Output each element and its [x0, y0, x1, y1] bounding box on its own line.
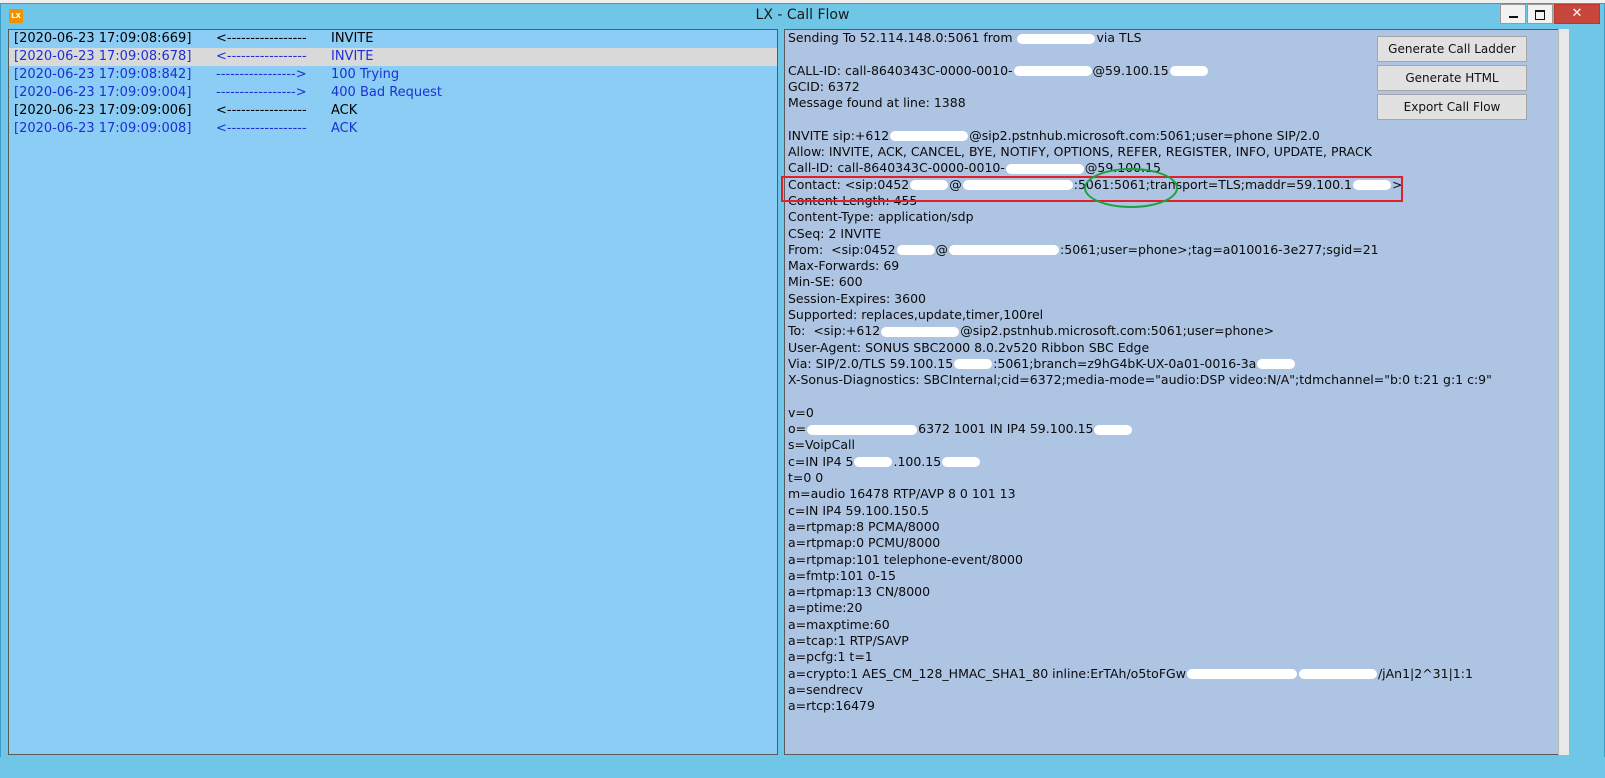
flow-timestamp: [2020-06-23 17:09:08:669] [14, 31, 192, 46]
sdp-maxptime-line: a=maxptime:60 [788, 616, 890, 632]
sdp-c2-line: c=IN IP4 59.100.150.5 [788, 502, 930, 518]
redacted-mark [896, 245, 935, 256]
flow-message: ACK [331, 121, 358, 136]
sdp-rtpmap13-line: a=rtpmap:13 CN/8000 [788, 584, 931, 600]
sdp-o-line: o= 6372 1001 IN IP4 59.100.15 [785, 421, 1559, 437]
redacted-mark [1169, 66, 1208, 77]
redacted-mark [1017, 33, 1096, 44]
flow-direction-arrow: -----------------> [216, 85, 307, 100]
sdp-ptime-line: a=ptime:20 [788, 600, 863, 616]
flow-timestamp: [2020-06-23 17:09:08:842] [14, 67, 192, 82]
flow-timestamp: [2020-06-23 17:09:09:004] [14, 85, 192, 100]
flow-message: 400 Bad Request [331, 85, 443, 100]
redacted-mark [854, 457, 893, 468]
redacted-mark [1005, 163, 1084, 174]
window-title: LX - Call Flow [755, 7, 850, 23]
allow-line: Allow: INVITE, ACK, CANCEL, BYE, NOTIFY,… [788, 144, 1372, 160]
redacted-mark [954, 359, 993, 370]
call-flow-list[interactable]: [2020-06-23 17:09:08:669] <--------------… [8, 29, 778, 755]
flow-direction-arrow: -----------------> [216, 67, 307, 82]
minimize-icon [1508, 15, 1518, 18]
redacted-mark [962, 180, 1073, 191]
redacted-mark [1094, 424, 1133, 435]
session-expires-line: Session-Expires: 3600 [788, 290, 926, 306]
flow-direction-arrow: <----------------- [216, 49, 307, 64]
maximize-icon [1535, 9, 1545, 20]
sdp-rtpmap101-line: a=rtpmap:101 telephone-event/8000 [788, 551, 1023, 567]
sdp-rtpmap8-line: a=rtpmap:8 PCMA/8000 [788, 518, 940, 534]
flow-timestamp: [2020-06-23 17:09:09:006] [14, 103, 192, 118]
flow-direction-arrow: <----------------- [216, 121, 307, 136]
flow-message: ACK [331, 103, 358, 118]
call-id-header-line: Call-ID: call-8640343C-0000-0010- @59.100… [788, 160, 1162, 176]
invite-line: INVITE sip:+612 @sip2.pstnhub.microsoft.c… [788, 127, 1320, 143]
redacted-mark [1298, 669, 1377, 680]
sdp-v-line: v=0 [788, 404, 814, 420]
generate-html-button[interactable]: Generate HTML [1377, 65, 1527, 91]
title-bar[interactable]: LX LX - Call Flow ✕ [1, 4, 1604, 29]
redacted-mark [949, 245, 1060, 256]
close-icon: ✕ [1571, 6, 1583, 21]
sip-message-detail[interactable]: Sending To 52.114.148.0:5061 from via TL… [784, 29, 1560, 755]
min-se-line: Min-SE: 600 [788, 274, 863, 290]
generate-call-ladder-button[interactable]: Generate Call Ladder [1377, 36, 1527, 62]
sdp-crypto-line: a=crypto:1 AES_CM_128_HMAC_SHA1_80 inlin… [788, 665, 1473, 681]
flow-row[interactable]: [2020-06-23 17:09:08:678] <--------------… [9, 48, 777, 66]
sdp-s-line: s=VoipCall [788, 437, 855, 453]
sdp-rtcp-line: a=rtcp:16479 [788, 698, 875, 714]
redacted-mark [1257, 359, 1296, 370]
redacted-mark [1013, 66, 1092, 77]
sdp-t-line: t=0 0 [788, 470, 824, 486]
cseq-line: CSeq: 2 INVITE [788, 225, 882, 241]
flow-row[interactable]: [2020-06-23 17:09:08:842] ---------------… [9, 66, 777, 84]
sdp-fmtp-line: a=fmtp:101 0-15 [788, 567, 896, 583]
sdp-m-line: m=audio 16478 RTP/AVP 8 0 101 13 [788, 486, 1016, 502]
sdp-sendrecv-line: a=sendrecv [788, 681, 864, 697]
supported-line: Supported: replaces,update,timer,100rel [788, 307, 1044, 323]
maximize-button[interactable] [1527, 4, 1553, 24]
flow-direction-arrow: <----------------- [216, 103, 307, 118]
flow-timestamp: [2020-06-23 17:09:09:008] [14, 121, 192, 136]
flow-row[interactable]: [2020-06-23 17:09:08:669] <--------------… [9, 30, 777, 48]
content-length-line: Content-Length: 455 [788, 192, 918, 208]
from-line: From: <sip:0452 @:5061;user=phone>;tag=a0… [788, 241, 1379, 257]
to-line: To: <sip:+612 @sip2.pstnhub.microsoft.com… [788, 323, 1275, 339]
flow-row[interactable]: [2020-06-23 17:09:09:006] <--------------… [9, 102, 777, 120]
close-button[interactable]: ✕ [1554, 4, 1600, 24]
flow-row[interactable]: [2020-06-23 17:09:09:008] <--------------… [9, 120, 777, 138]
redacted-mark [890, 131, 969, 142]
minimize-button[interactable] [1500, 4, 1526, 24]
flow-message: INVITE [331, 49, 374, 64]
redacted-mark [1352, 180, 1391, 191]
detail-scrollbar[interactable] [1558, 29, 1569, 755]
max-forwards-line: Max-Forwards: 69 [788, 258, 900, 274]
redacted-mark [910, 180, 949, 191]
export-call-flow-button[interactable]: Export Call Flow [1377, 94, 1527, 120]
sdp-rtpmap0-line: a=rtpmap:0 PCMU/8000 [788, 535, 941, 551]
sdp-c1-line: c=IN IP4 5.100.15 [785, 454, 1559, 470]
user-agent-line: User-Agent: SONUS SBC2000 8.0.2v520 Ribb… [788, 339, 1150, 355]
redacted-mark [942, 457, 981, 468]
flow-message: 100 Trying [331, 67, 400, 82]
sdp-tcap-line: a=tcap:1 RTP/SAVP [788, 632, 909, 648]
sdp-pcfg-line: a=pcfg:1 t=1 [788, 649, 873, 665]
window-bottom-strip [0, 757, 1605, 778]
flow-message: INVITE [331, 31, 374, 46]
diagnostics-line: X-Sonus-Diagnostics: SBCInternal;cid=637… [788, 372, 1492, 388]
content-type-line: Content-Type: application/sdp [788, 209, 974, 225]
flow-timestamp: [2020-06-23 17:09:08:678] [14, 49, 192, 64]
redacted-mark [1186, 669, 1297, 680]
via-line: Via: SIP/2.0/TLS 59.100.15:5061;branch=z… [785, 356, 1559, 372]
flow-row[interactable]: [2020-06-23 17:09:09:004] ---------------… [9, 84, 777, 102]
redacted-mark [881, 326, 960, 337]
contact-line: Contact: <sip:0452 @:5061:5061;transport=… [788, 176, 1403, 192]
redacted-mark [807, 424, 918, 435]
flow-direction-arrow: <----------------- [216, 31, 307, 46]
